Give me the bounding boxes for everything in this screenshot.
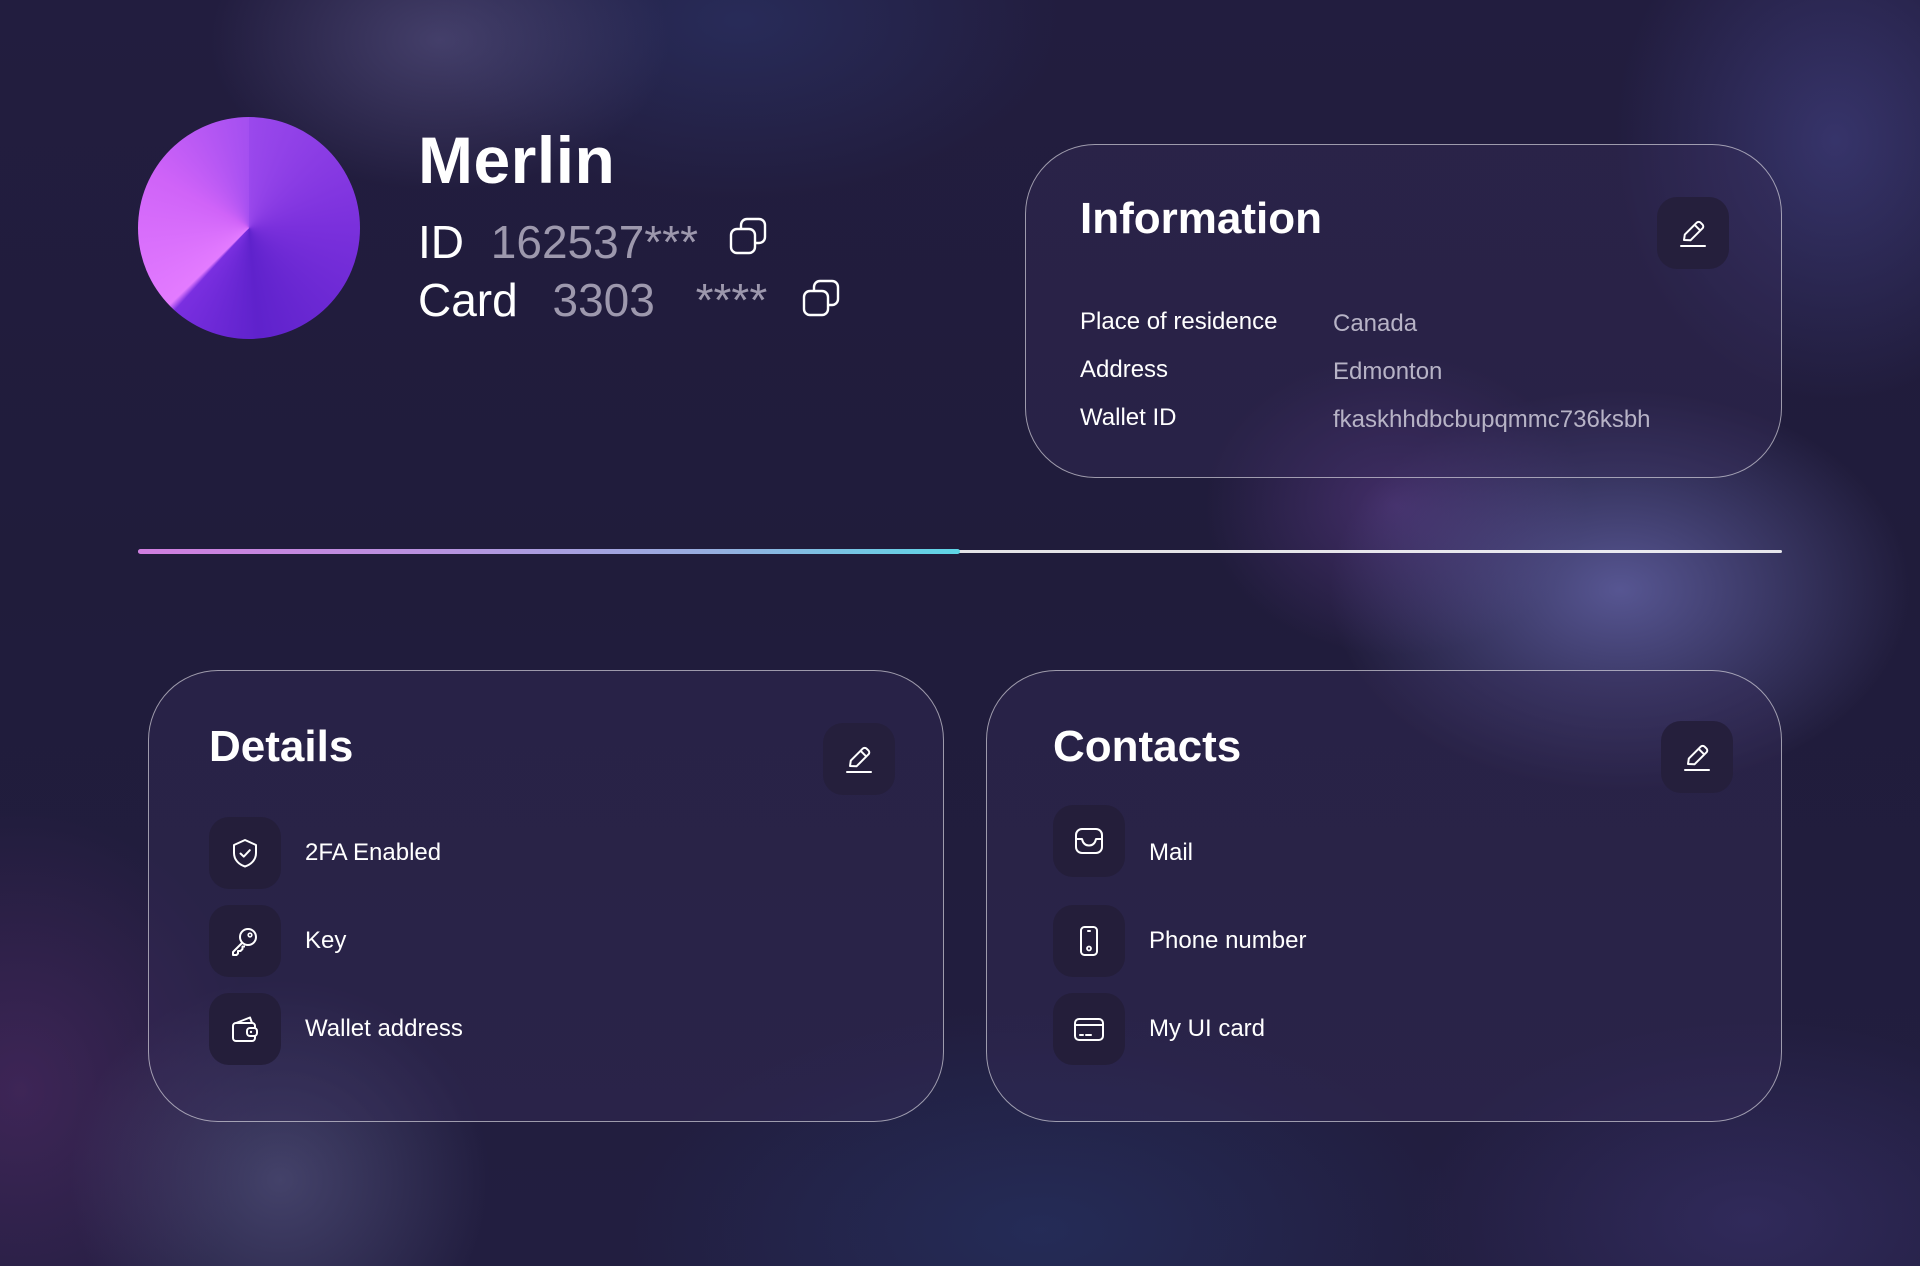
details-item-wallet[interactable]: Wallet address [209, 993, 463, 1065]
icon-tile [209, 993, 281, 1065]
info-row-label: Place of residence [1080, 308, 1278, 335]
edit-contacts-button[interactable] [1661, 721, 1733, 793]
key-icon [232, 928, 257, 956]
contacts-card: Contacts Mail Phone number My UI card [986, 670, 1782, 1122]
copy-id-button[interactable] [726, 214, 770, 258]
details-item-label: Key [305, 927, 347, 954]
copy-icon [802, 279, 840, 317]
profile-card-number: 3303 [552, 274, 655, 326]
contacts-item-label: Mail [1149, 839, 1194, 866]
icon-tile [1053, 993, 1125, 1065]
contacts-item-card[interactable]: My UI card [1053, 993, 1265, 1065]
details-title: Details [209, 722, 354, 771]
pencil-icon [1684, 744, 1710, 771]
progress-fill [138, 549, 960, 554]
icon-tile [209, 817, 281, 889]
information-card: Information Place of residence Canada Ad… [1025, 144, 1782, 478]
copy-icon [729, 217, 767, 255]
edit-information-button[interactable] [1657, 197, 1729, 269]
pencil-icon [846, 746, 872, 773]
contacts-title: Contacts [1053, 722, 1242, 771]
details-card: Details 2FA Enabled Key Wallet address [148, 670, 944, 1122]
profile-card-mask: **** [695, 274, 768, 326]
progress-track [138, 549, 1782, 554]
shield-check-icon [233, 839, 257, 868]
profile-name: Merlin [418, 123, 616, 197]
information-title: Information [1080, 194, 1322, 243]
contacts-item-mail[interactable]: Mail [1053, 805, 1193, 877]
edit-details-button[interactable] [823, 723, 895, 795]
phone-icon [1080, 926, 1098, 956]
credit-card-icon [1074, 1018, 1104, 1041]
profile-id-label: ID [418, 216, 464, 268]
profile-card-label: Card [418, 274, 518, 326]
pencil-icon [1680, 220, 1706, 247]
mail-inbox-icon [1075, 828, 1103, 854]
contacts-item-label: My UI card [1149, 1015, 1266, 1042]
info-row-value: Edmonton [1333, 358, 1443, 385]
icon-tile [1053, 805, 1125, 877]
profile-id-line: ID 162537*** [418, 214, 698, 270]
contacts-item-phone[interactable]: Phone number [1053, 905, 1306, 977]
info-row-value: Canada [1333, 310, 1418, 337]
info-row-value: fkaskhhdbcbupqmmc736ksbh [1333, 406, 1651, 433]
icon-tile [1053, 905, 1125, 977]
details-item-label: 2FA Enabled [305, 839, 442, 866]
wallet-icon [232, 1016, 258, 1042]
details-item-key[interactable]: Key [209, 905, 346, 977]
info-row-label: Wallet ID [1080, 404, 1177, 431]
details-item-2fa[interactable]: 2FA Enabled [209, 817, 441, 889]
details-item-label: Wallet address [305, 1015, 463, 1042]
profile-id-value: 162537*** [490, 216, 698, 268]
contacts-item-label: Phone number [1149, 927, 1307, 954]
copy-card-button[interactable] [799, 276, 843, 320]
profile-card-line: Card 3303 **** [418, 272, 767, 328]
avatar [138, 117, 360, 339]
icon-tile [209, 905, 281, 977]
info-row-label: Address [1080, 356, 1169, 383]
